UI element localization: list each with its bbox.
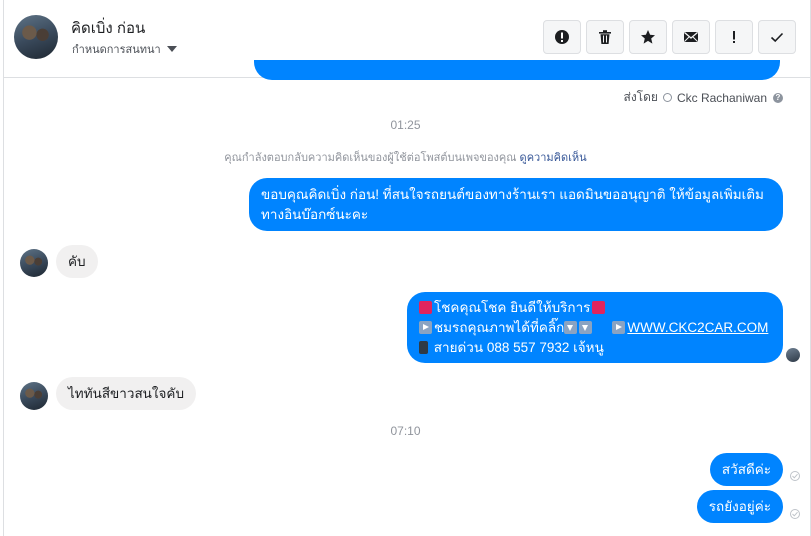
gear-icon (662, 93, 672, 102)
done-button[interactable] (758, 20, 796, 54)
trash-icon (599, 30, 611, 44)
caret-down-icon (166, 46, 177, 52)
envelope-icon (684, 32, 698, 42)
sent-by-name[interactable]: Ckc Rachaniwan (677, 91, 767, 105)
sent-by-label: ส่งโดย Ckc Rachaniwan ? (623, 88, 783, 107)
previous-message-bubble (254, 60, 780, 80)
mail-button[interactable] (672, 20, 710, 54)
contact-avatar[interactable] (14, 15, 58, 59)
down-arrow-emoji-icon (579, 321, 593, 334)
outgoing-message[interactable]: โชคคุณโชค ยินดีให้บริการ ชมรถคุณภาพได้ที… (407, 292, 783, 363)
down-arrow-emoji-icon (564, 321, 578, 334)
delivered-check-icon (790, 471, 800, 481)
website-link[interactable]: WWW.CKC2CAR.COM (627, 320, 768, 335)
phone-emoji-icon (419, 341, 428, 354)
message-text-line: ขอบคุณคิดเบิ่ง ก่อน! ที่สนใจรถยนต์ของทาง… (261, 187, 764, 202)
seen-avatar (786, 348, 800, 362)
star-button[interactable] (629, 20, 667, 54)
message-text-line: สายด่วน 088 557 7932 เจ้หนู (419, 338, 771, 358)
message-text: รถยังอยู่ค่ะ (708, 499, 771, 514)
contact-avatar-small[interactable] (20, 249, 48, 277)
view-comment-link[interactable]: ดูความคิดเห็น (520, 152, 587, 164)
timestamp: 01:25 (390, 118, 421, 132)
message-text-line: โชคคุณโชค ยินดีให้บริการ (419, 298, 771, 318)
delivered-check-icon (790, 509, 800, 519)
message-text: สวัสดีค่ะ (721, 462, 771, 477)
reply-notice-text: คุณกำลังตอบกลับความคิดเห็นของผู้ใช้ต่อโพ… (224, 152, 517, 164)
exclamation-icon (733, 31, 735, 43)
sent-by-prefix: ส่งโดย (623, 90, 658, 104)
message-text: ชมรถคุณภาพได้ที่คลิ๊ก (434, 320, 565, 335)
conversation-label-text: กำหนดการสนทนา (72, 44, 161, 56)
incoming-message[interactable]: คับ (56, 245, 98, 278)
check-icon (770, 32, 784, 43)
message-text: ไททันสีขาวสนใจคับ (68, 386, 185, 401)
timestamp: 07:10 (390, 424, 421, 438)
contact-avatar-small[interactable] (20, 382, 48, 410)
message-text: สายด่วน 088 557 7932 เจ้หนู (433, 340, 604, 355)
star-icon (641, 30, 655, 44)
message-text-line: ทางอินบ๊อกซ์นะคะ (261, 207, 369, 222)
reply-notice: คุณกำลังตอบกลับความคิดเห็นของผู้ใช้ต่อโพ… (0, 148, 811, 166)
contact-name[interactable]: คิดเบิ่ง ก่อน (71, 16, 145, 40)
play-emoji-icon (612, 321, 626, 334)
outgoing-message[interactable]: ขอบคุณคิดเบิ่ง ก่อน! ที่สนใจรถยนต์ของทาง… (249, 178, 783, 231)
play-emoji-icon (419, 321, 432, 334)
envelope-emoji-icon (592, 301, 606, 314)
alert-button[interactable] (543, 20, 581, 54)
exclamation-circle-icon (555, 30, 569, 44)
outgoing-message[interactable]: รถยังอยู่ค่ะ (696, 490, 783, 523)
important-button[interactable] (715, 20, 753, 54)
delete-button[interactable] (586, 20, 624, 54)
message-text: โชคคุณโชค ยินดีให้บริการ (434, 300, 591, 315)
info-icon[interactable]: ? (773, 92, 783, 103)
outgoing-message[interactable]: สวัสดีค่ะ (709, 453, 783, 486)
message-text: คับ (68, 254, 86, 269)
incoming-message[interactable]: ไททันสีขาวสนใจคับ (56, 377, 197, 410)
conversation-label-dropdown[interactable]: กำหนดการสนทนา (72, 40, 177, 58)
frame-border-left (3, 0, 4, 536)
message-text-line: ชมรถคุณภาพได้ที่คลิ๊ก WWW.CKC2CAR.COM (419, 318, 771, 338)
envelope-emoji-icon (419, 301, 432, 314)
